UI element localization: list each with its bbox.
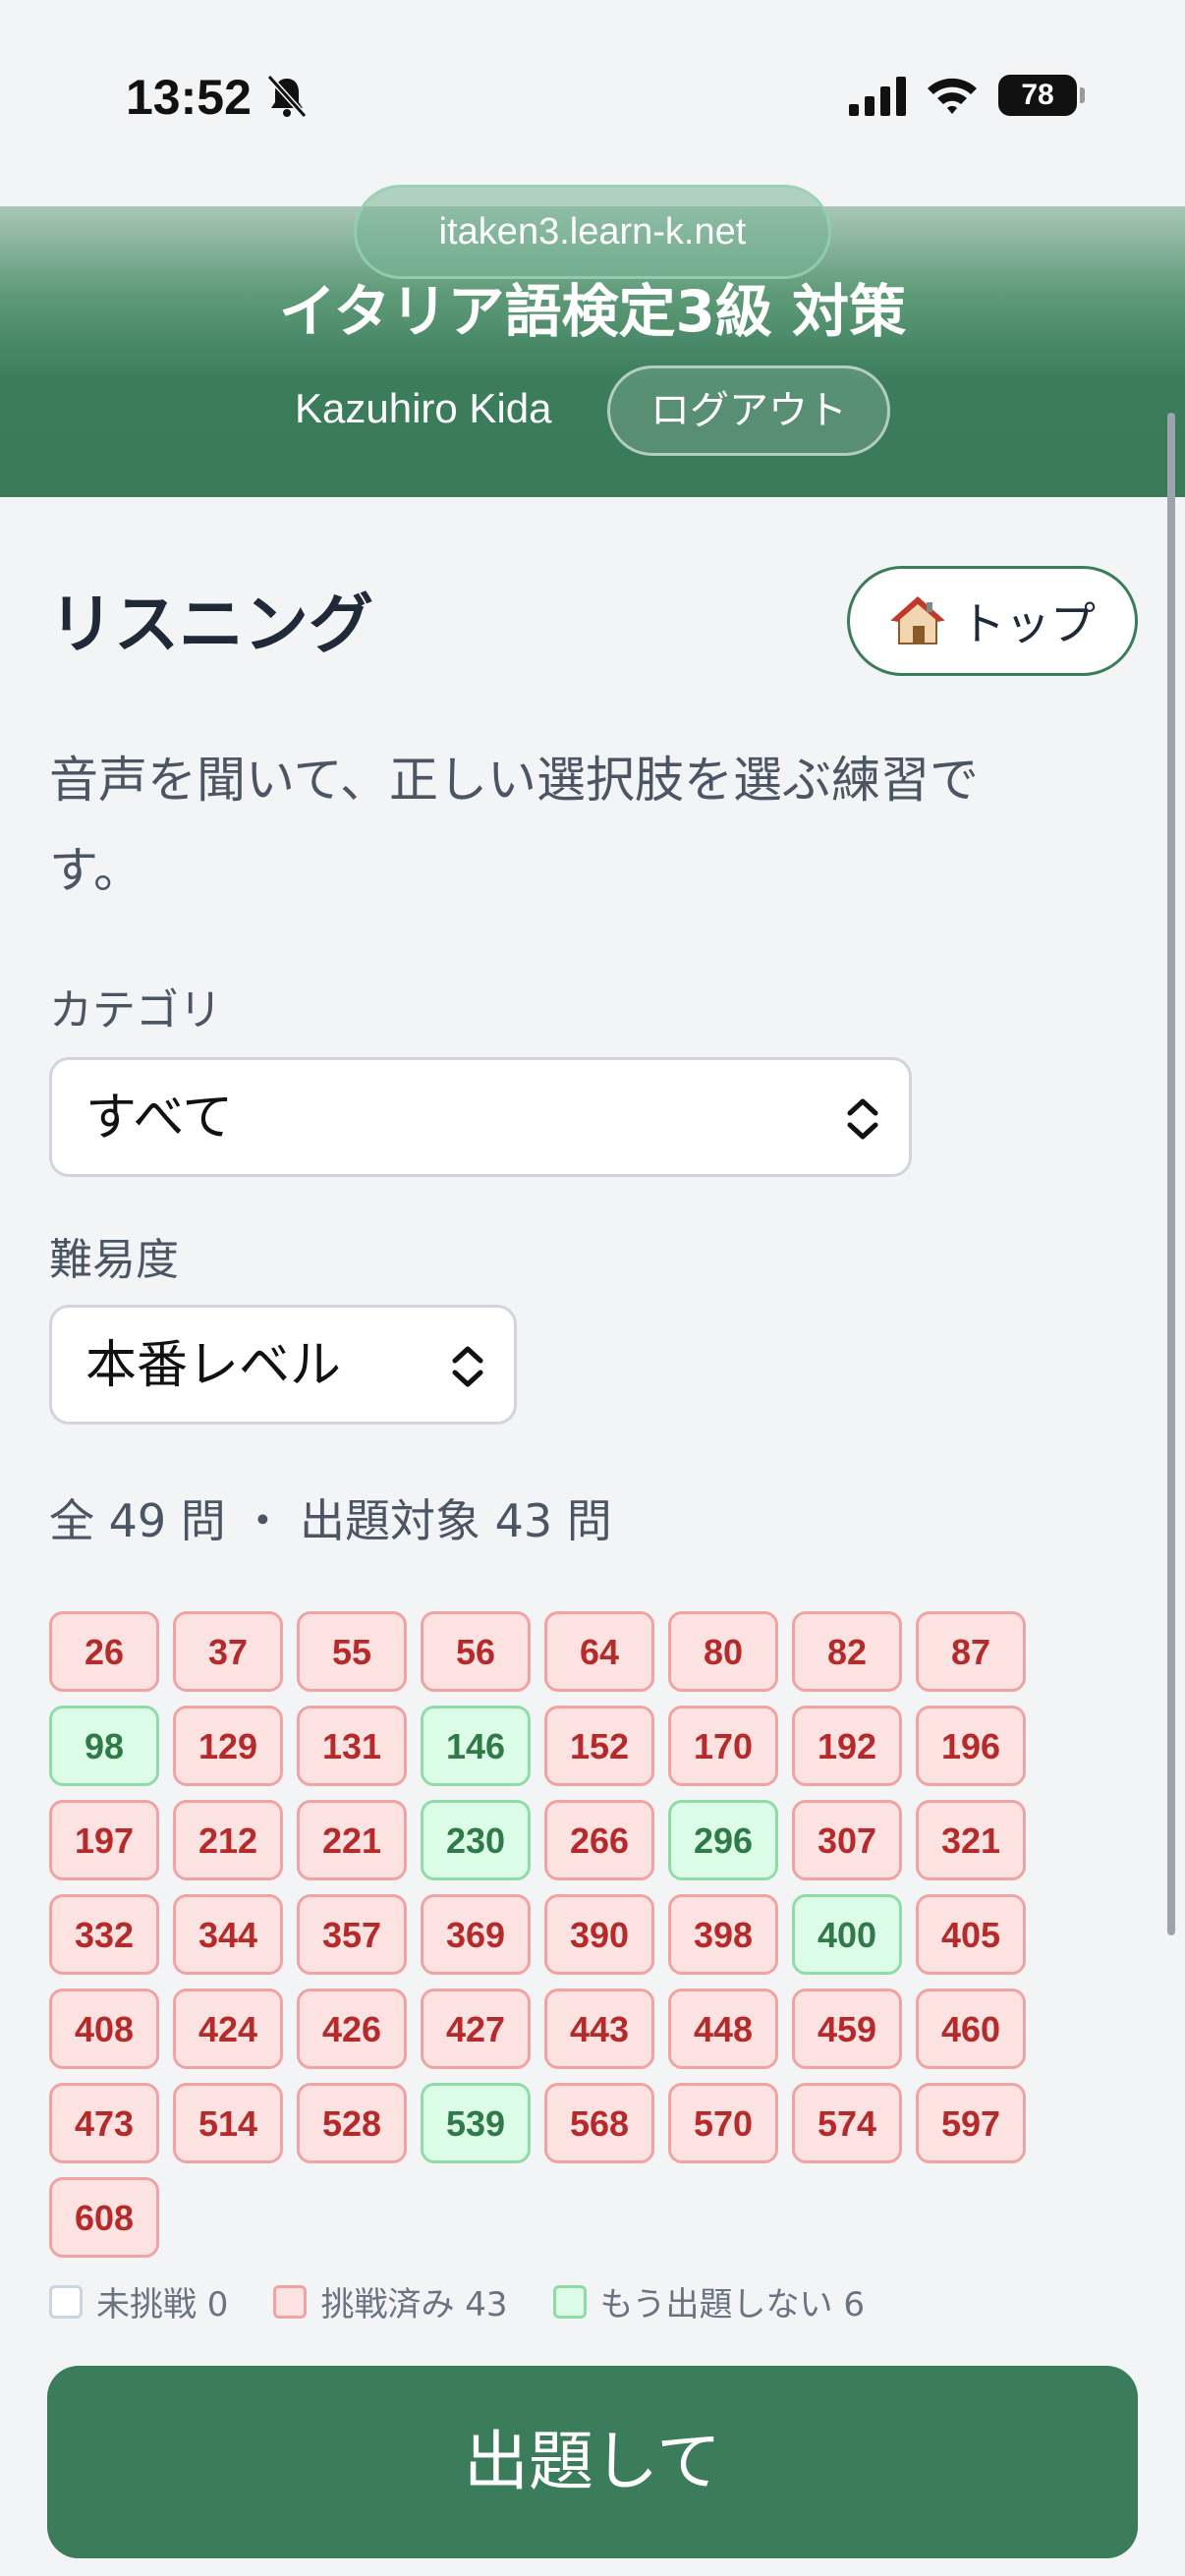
question-chip[interactable]: 55 <box>297 1611 407 1692</box>
question-chip[interactable]: 514 <box>173 2083 283 2163</box>
question-grid: 26 37 55 56 64 80 82 87 98 129 131 146 152 170 192 196 1… <box>49 1611 1032 2258</box>
top-button[interactable]: トップ <box>847 566 1138 676</box>
question-chip[interactable]: 26 <box>49 1611 159 1692</box>
legend-untried: 未挑戦 0 <box>49 2277 228 2325</box>
question-chip[interactable]: 37 <box>173 1611 283 1692</box>
question-chip[interactable]: 82 <box>792 1611 902 1692</box>
question-chip[interactable]: 87 <box>916 1611 1026 1692</box>
chevron-updown-icon <box>452 1346 483 1387</box>
question-chip[interactable]: 608 <box>49 2177 159 2258</box>
chevron-updown-icon <box>847 1098 878 1140</box>
question-chip[interactable]: 212 <box>173 1800 283 1880</box>
question-chip[interactable]: 266 <box>544 1800 654 1880</box>
question-chip[interactable]: 400 <box>792 1894 902 1975</box>
question-chip[interactable]: 56 <box>421 1611 531 1692</box>
question-chip[interactable]: 80 <box>668 1611 778 1692</box>
legend-swatch-tried <box>273 2284 308 2319</box>
question-chip[interactable]: 197 <box>49 1800 159 1880</box>
question-chip[interactable]: 307 <box>792 1800 902 1880</box>
category-label: カテゴリ <box>49 985 222 1036</box>
legend-tried-label: 挑戦済み 43 <box>320 2285 508 2324</box>
question-chip[interactable]: 448 <box>668 1988 778 2069</box>
question-chip[interactable]: 369 <box>421 1894 531 1975</box>
status-bar: 13:52 78 <box>0 0 1185 196</box>
question-chip[interactable]: 568 <box>544 2083 654 2163</box>
legend-skip-label: もう出題しない 6 <box>599 2285 865 2324</box>
difficulty-value: 本番レベル <box>85 1336 342 1395</box>
question-chip[interactable]: 405 <box>916 1894 1026 1975</box>
question-chip[interactable]: 459 <box>792 1988 902 2069</box>
wifi-icon <box>928 78 977 114</box>
question-chip[interactable]: 408 <box>49 1988 159 2069</box>
bell-muted-icon <box>266 74 308 119</box>
status-time: 13:52 <box>126 70 252 125</box>
question-chip[interactable]: 570 <box>668 2083 778 2163</box>
question-count: 全 49 問 ・ 出題対象 43 問 <box>49 1494 612 1547</box>
question-chip[interactable]: 426 <box>297 1988 407 2069</box>
question-chip[interactable]: 574 <box>792 2083 902 2163</box>
legend-swatch-untried <box>49 2284 83 2319</box>
house-icon <box>890 596 945 644</box>
category-select[interactable]: すべて <box>49 1057 912 1177</box>
legend: 未挑戦 0 挑戦済み 43 もう出題しない 6 <box>49 2277 865 2325</box>
site-title: イタリア語検定3級 対策 <box>278 278 907 345</box>
question-chip[interactable]: 443 <box>544 1988 654 2069</box>
user-name: Kazuhiro Kida <box>295 385 552 431</box>
question-chip[interactable]: 332 <box>49 1894 159 1975</box>
question-chip[interactable]: 427 <box>421 1988 531 2069</box>
signal-icon <box>849 77 906 116</box>
question-chip[interactable]: 221 <box>297 1800 407 1880</box>
question-chip[interactable]: 460 <box>916 1988 1026 2069</box>
question-chip[interactable]: 321 <box>916 1800 1026 1880</box>
question-chip[interactable]: 539 <box>421 2083 531 2163</box>
question-chip[interactable]: 296 <box>668 1800 778 1880</box>
question-chip[interactable]: 597 <box>916 2083 1026 2163</box>
question-chip[interactable]: 344 <box>173 1894 283 1975</box>
difficulty-select[interactable]: 本番レベル <box>49 1305 517 1425</box>
question-chip[interactable]: 473 <box>49 2083 159 2163</box>
question-chip[interactable]: 98 <box>49 1706 159 1786</box>
question-chip[interactable]: 146 <box>421 1706 531 1786</box>
legend-swatch-skip <box>552 2284 587 2319</box>
start-quiz-button[interactable]: 出題して <box>47 2366 1138 2558</box>
question-chip[interactable]: 424 <box>173 1988 283 2069</box>
top-button-label: トップ <box>960 597 1096 650</box>
question-chip[interactable]: 390 <box>544 1894 654 1975</box>
question-chip[interactable]: 230 <box>421 1800 531 1880</box>
question-chip[interactable]: 152 <box>544 1706 654 1786</box>
logout-button[interactable]: ログアウト <box>607 365 890 456</box>
category-value: すべて <box>85 1089 234 1148</box>
battery-indicator: 78 <box>998 75 1085 116</box>
description: 音声を聞いて、正しい選択肢を選ぶ練習です。 <box>49 752 979 899</box>
legend-untried-label: 未挑戦 0 <box>96 2285 229 2324</box>
legend-tried: 挑戦済み 43 <box>273 2277 508 2325</box>
question-chip[interactable]: 398 <box>668 1894 778 1975</box>
scrollbar[interactable] <box>1167 413 1175 1935</box>
question-chip[interactable]: 528 <box>297 2083 407 2163</box>
question-chip[interactable]: 64 <box>544 1611 654 1692</box>
question-chip[interactable]: 192 <box>792 1706 902 1786</box>
question-chip[interactable]: 131 <box>297 1706 407 1786</box>
legend-skip: もう出題しない 6 <box>552 2277 865 2325</box>
difficulty-label: 難易度 <box>49 1235 179 1285</box>
question-chip[interactable]: 196 <box>916 1706 1026 1786</box>
page-title: リスニング <box>49 587 373 662</box>
question-chip[interactable]: 357 <box>297 1894 407 1975</box>
question-chip[interactable]: 170 <box>668 1706 778 1786</box>
question-chip[interactable]: 129 <box>173 1706 283 1786</box>
